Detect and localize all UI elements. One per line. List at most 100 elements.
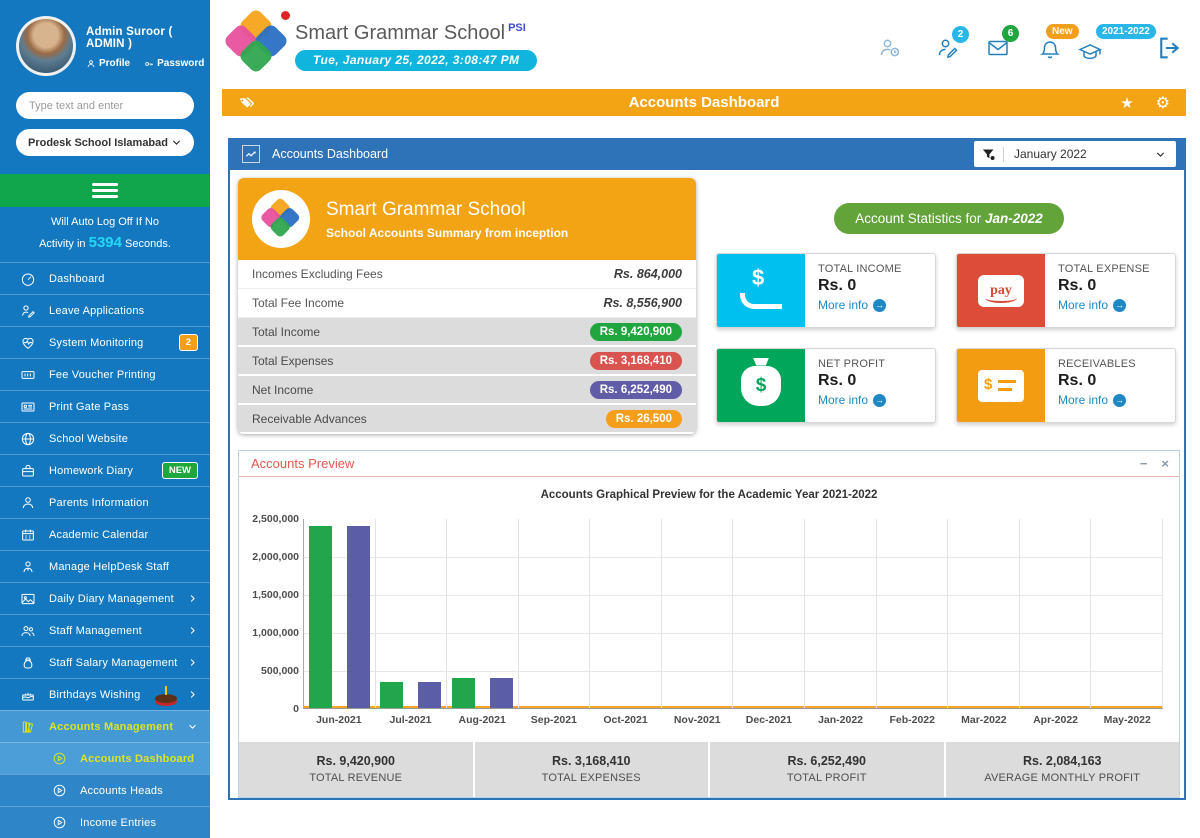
messages-badge[interactable]: 6 [1002, 25, 1019, 42]
revenue-bar [380, 682, 403, 708]
menu-label: Accounts Dashboard [80, 753, 194, 765]
summary-row: Total Income Rs. 9,420,900 [238, 318, 696, 347]
month-filter-value: January 2022 [1014, 147, 1087, 161]
panel-title: Accounts Dashboard [272, 147, 388, 161]
filter-icon[interactable] [974, 147, 1004, 162]
sidebar: Admin Suroor ( ADMIN ) Profile Password … [0, 0, 210, 800]
sidebar-item-homework-diary[interactable]: Homework Diary NEW [0, 454, 210, 486]
chart-footer: Rs. 9,420,900TOTAL REVENUERs. 3,168,410T… [239, 742, 1179, 798]
stat-card-icon-panel: pay [957, 254, 1045, 327]
menu-icon [20, 527, 36, 543]
stat-card-receivables[interactable]: $ RECEIVABLES Rs. 0 More info→ [956, 348, 1176, 423]
chart-x-axis: Jun-2021Jul-2021Aug-2021Sep-2021Oct-2021… [303, 714, 1163, 726]
summary-row-label: Net Income [252, 383, 313, 397]
summary-row-label: Total Fee Income [252, 296, 344, 310]
sidebar-item-dashboard[interactable]: Dashboard [0, 262, 210, 294]
menu-toggle-bar[interactable] [0, 174, 210, 207]
sidebar-item-print-gate-pass[interactable]: Print Gate Pass [0, 390, 210, 422]
session-badge[interactable]: 2021-2022 [1096, 24, 1156, 39]
month-filter-select[interactable]: January 2022 [1004, 147, 1176, 161]
academic-session-icon[interactable] [1078, 40, 1102, 64]
chart-column-jan-2022 [805, 519, 877, 708]
menu-label: System Monitoring [49, 337, 144, 349]
menu-label: Staff Salary Management [49, 657, 178, 669]
menu-icon [20, 623, 36, 639]
summary-row-value: Rs. 864,000 [614, 267, 682, 281]
sidebar-item-birthdays-wishing[interactable]: Birthdays Wishing [0, 678, 210, 710]
school-logo[interactable] [225, 11, 287, 73]
chart-column-nov-2021 [662, 519, 734, 708]
sidebar-item-accounts-dashboard[interactable]: Accounts Dashboard [0, 742, 210, 774]
menu-icon [20, 367, 36, 383]
more-info-link[interactable]: More info→ [1058, 393, 1136, 407]
user-sessions-icon[interactable] [878, 36, 902, 60]
sidebar-item-school-website[interactable]: School Website [0, 422, 210, 454]
month-filter: January 2022 [974, 141, 1176, 167]
school-select[interactable]: Prodesk School Islamabad [16, 129, 194, 156]
menu-icon [20, 495, 36, 511]
menu-label: School Website [49, 433, 128, 445]
x-axis-tick: Apr-2022 [1020, 714, 1092, 726]
sidebar-item-system-monitoring[interactable]: System Monitoring 2 [0, 326, 210, 358]
more-info-link[interactable]: More info→ [818, 393, 886, 407]
menu-label: Manage HelpDesk Staff [49, 561, 169, 573]
settings-gear-icon[interactable]: ⚙ [1156, 93, 1170, 113]
more-info-link[interactable]: More info→ [1058, 298, 1150, 312]
footer-stat-average-monthly-profit: Rs. 2,084,163AVERAGE MONTHLY PROFIT [946, 742, 1180, 798]
sidebar-item-accounts-management[interactable]: Accounts Management [0, 710, 210, 742]
menu-label: Dashboard [49, 273, 105, 285]
user-requests-badge[interactable]: 2 [952, 26, 969, 43]
search-input[interactable] [16, 92, 194, 119]
profile-link[interactable]: Profile [86, 58, 130, 69]
sidebar-item-daily-diary-management[interactable]: Daily Diary Management [0, 582, 210, 614]
revenue-bar [452, 678, 475, 708]
account-statistics-button[interactable]: Account Statistics for Jan-2022 [834, 203, 1064, 234]
sidebar-item-leave-applications[interactable]: Leave Applications [0, 294, 210, 326]
sidebar-item-fee-voucher-printing[interactable]: Fee Voucher Printing [0, 358, 210, 390]
sidebar-item-accounts-heads[interactable]: Accounts Heads [0, 774, 210, 806]
chart-column-dec-2021 [733, 519, 805, 708]
sidebar-menu: Dashboard Leave Applications System Moni… [0, 262, 210, 838]
stat-card-title: TOTAL EXPENSE [1058, 263, 1150, 275]
more-info-link[interactable]: More info→ [818, 298, 901, 312]
money-bag-icon: $ [741, 366, 781, 406]
stat-card-net-profit[interactable]: $ NET PROFIT Rs. 0 More info→ [716, 348, 936, 423]
footer-stat-total-revenue: Rs. 9,420,900TOTAL REVENUE [239, 742, 475, 798]
sidebar-item-parents-information[interactable]: Parents Information [0, 486, 210, 518]
pay-icon: pay [978, 275, 1024, 307]
stat-card-total-income[interactable]: $ TOTAL INCOME Rs. 0 More info→ [716, 253, 936, 328]
profit-bar [490, 678, 513, 708]
y-axis-tick: 0 [243, 703, 299, 715]
menu-icon [20, 399, 36, 415]
stat-card-title: RECEIVABLES [1058, 358, 1136, 370]
summary-row-value: Rs. 9,420,900 [590, 323, 682, 341]
password-link[interactable]: Password [144, 58, 204, 69]
summary-row: Net Income Rs. 6,252,490 [238, 376, 696, 405]
footer-stat-total-profit: Rs. 6,252,490TOTAL PROFIT [710, 742, 946, 798]
menu-badge: NEW [162, 462, 198, 479]
avatar[interactable] [16, 16, 76, 76]
stat-card-total-expense[interactable]: pay TOTAL EXPENSE Rs. 0 More info→ [956, 253, 1176, 328]
summary-row-label: Receivable Advances [252, 412, 367, 426]
favorite-star-icon[interactable]: ★ [1120, 94, 1133, 112]
sidebar-item-academic-calendar[interactable]: Academic Calendar [0, 518, 210, 550]
arrow-circle-icon: → [873, 394, 886, 407]
chevron-right-icon [187, 593, 198, 604]
chevron-right-icon [187, 721, 198, 732]
hamburger-icon[interactable] [92, 180, 118, 201]
summary-row: Total Expenses Rs. 3,168,410 [238, 347, 696, 376]
y-axis-tick: 2,000,000 [243, 551, 299, 563]
close-icon[interactable]: × [1161, 456, 1169, 471]
chart-column-mar-2022 [948, 519, 1020, 708]
sidebar-item-staff-management[interactable]: Staff Management [0, 614, 210, 646]
sidebar-item-staff-salary-management[interactable]: Staff Salary Management [0, 646, 210, 678]
logout-icon[interactable] [1156, 34, 1184, 62]
sidebar-item-manage-helpdesk-staff[interactable]: Manage HelpDesk Staff [0, 550, 210, 582]
notifications-badge[interactable]: New [1046, 24, 1079, 39]
notifications-bell-icon[interactable] [1038, 38, 1062, 62]
sidebar-item-income-entries[interactable]: Income Entries [0, 806, 210, 838]
menu-icon [20, 687, 36, 703]
chart-column-jul-2021 [376, 519, 448, 708]
summary-row: Total Fee Income Rs. 8,556,900 [238, 289, 696, 318]
minimize-icon[interactable]: − [1140, 456, 1148, 471]
